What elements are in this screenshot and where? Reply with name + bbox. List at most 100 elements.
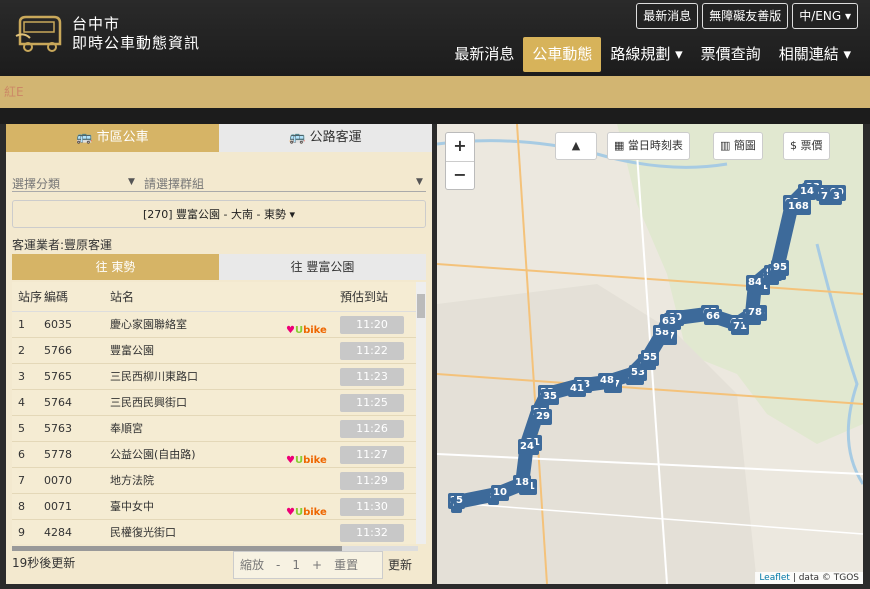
stop-code: 5765 — [44, 370, 72, 383]
stop-badge[interactable]: 48 — [598, 373, 616, 389]
zoom-plus-button[interactable]: + — [306, 552, 328, 578]
table-body: 1 6035 慶心家園聯絡室 ♥Ubike 11:20 2 5766 豐富公園 11:22 3 57… — [12, 312, 426, 544]
eta-badge: 11:20 — [340, 316, 404, 334]
bus-type-tabs: 🚌 市區公車 🚌 公路客運 — [6, 124, 432, 152]
stop-name[interactable]: 地方法院 — [110, 468, 280, 493]
route-map[interactable]: 2458101118192124272933353841454748505354… — [437, 124, 863, 584]
scroll-thumb[interactable] — [417, 294, 425, 318]
table-row[interactable]: 3 5765 三民西柳川東路口 11:23 — [12, 364, 426, 390]
stop-badge[interactable]: 24 — [518, 439, 536, 455]
eta-cell: 11:32 — [340, 520, 422, 544]
operator-text: 客運業者:豐原客運 — [12, 238, 113, 252]
table-row[interactable]: 9 4284 民權復光街口 11:32 — [12, 520, 426, 544]
map-layer-button[interactable]: ▲ — [555, 132, 597, 160]
eta-cell: 11:20 — [340, 312, 422, 337]
news-link[interactable]: 最新消息 — [636, 3, 699, 29]
stop-code: 5763 — [44, 422, 72, 435]
eta-badge: 11:27 — [340, 446, 404, 464]
simple-map-label: 簡圖 — [733, 139, 756, 152]
stop-name[interactable]: 公益公園(自由路) — [110, 442, 280, 467]
tab-highway-bus-label: 公路客運 — [309, 130, 362, 145]
group-select[interactable]: 請選擇群組 — [144, 175, 204, 192]
table-row[interactable]: 7 0070 地方法院 11:29 — [12, 468, 426, 494]
stop-badge[interactable]: 41 — [568, 381, 586, 397]
stop-seq: 8 — [18, 500, 25, 513]
table-row[interactable]: 4 5764 三民西民興街口 11:25 — [12, 390, 426, 416]
stop-badge[interactable]: 14 — [798, 184, 816, 200]
stop-badge[interactable]: 18 — [513, 475, 531, 491]
map-zoom-in-button[interactable]: + — [446, 133, 474, 161]
ubike-cell: ♥Ubike — [280, 494, 340, 519]
eta-badge: 11:30 — [340, 498, 404, 516]
ubike-cell — [280, 520, 340, 544]
stop-badge[interactable]: 55 — [641, 350, 659, 366]
route-select[interactable]: [270] 豐富公園 - 大南 - 東勢 ▾ — [12, 200, 426, 228]
map-zoom-out-button[interactable]: − — [446, 161, 474, 189]
tab-city-bus[interactable]: 🚌 市區公車 — [6, 124, 219, 152]
tab-highway-bus[interactable]: 🚌 公路客運 — [219, 124, 432, 152]
stop-seq: 2 — [18, 344, 25, 357]
stop-badge[interactable]: 66 — [704, 309, 722, 325]
reset-button[interactable]: 重置 — [328, 552, 364, 578]
bus-logo-icon[interactable] — [14, 14, 64, 54]
nav-news[interactable]: 最新消息 — [445, 37, 523, 72]
divider-band — [0, 108, 870, 124]
zoom-value: 1 — [292, 558, 300, 572]
nav-fare-query[interactable]: 票價查詢 — [692, 37, 770, 72]
stop-badge[interactable]: 95 — [771, 260, 789, 276]
eta-badge: 11:23 — [340, 368, 404, 386]
announcement-text[interactable]: 紅E — [4, 83, 24, 100]
category-select[interactable]: 選擇分類 — [12, 175, 60, 192]
site-title[interactable]: 台中市 即時公車動態資訊 — [72, 15, 200, 53]
table-scrollbar[interactable] — [416, 282, 426, 544]
stop-badge[interactable]: 78 — [746, 305, 764, 321]
chevron-down-icon: ▼ — [416, 177, 423, 187]
nav-route-planning[interactable]: 路線規劃 ▾ — [601, 37, 691, 72]
zoom-label: 縮放 — [240, 558, 265, 572]
table-row[interactable]: 8 0071 臺中女中 ♥Ubike 11:30 — [12, 494, 426, 520]
accessible-version-link[interactable]: 無障礙友善版 — [702, 3, 789, 29]
nav-related-links[interactable]: 相關連結 ▾ — [770, 37, 860, 72]
stop-badge[interactable]: 5 — [454, 493, 465, 509]
fare-button[interactable]: $ 票價 — [783, 132, 830, 160]
stop-badge[interactable]: 10 — [491, 485, 509, 501]
stop-code: 0070 — [44, 474, 72, 487]
col-ubike — [280, 282, 340, 311]
table-row[interactable]: 6 5778 公益公園(自由路) ♥Ubike 11:27 — [12, 442, 426, 468]
stop-badge[interactable]: 3 — [831, 189, 842, 205]
nav-bus-status[interactable]: 公車動態 — [523, 37, 602, 72]
simple-map-button[interactable]: ▥ 簡圖 — [713, 132, 763, 160]
direction-tabs: 往 東勢 往 豐富公園 — [12, 254, 426, 280]
zoom-minus-button[interactable]: - — [270, 552, 286, 578]
stop-seq: 5 — [18, 422, 25, 435]
stop-badge[interactable]: 63 — [660, 314, 678, 330]
stop-table: 站序 編碼 站名 預估到站 1 6035 慶心家園聯絡室 ♥Ubike 11:20 2 57… — [12, 282, 426, 544]
daily-timetable-button[interactable]: ▦ 當日時刻表 — [607, 132, 690, 160]
table-row[interactable]: 5 5763 奉順宮 11:26 — [12, 416, 426, 442]
stop-badge[interactable]: 35 — [541, 389, 559, 405]
stop-badge[interactable]: 168 — [786, 199, 811, 215]
leaflet-link[interactable]: Leaflet — [759, 573, 790, 583]
top-links: 最新消息 無障礙友善版 中/ENG ▾ — [636, 3, 858, 29]
refresh-button[interactable]: 更新 — [388, 556, 412, 573]
tab-direction-dongshi[interactable]: 往 東勢 — [12, 254, 219, 280]
stop-name[interactable]: 三民西民興街口 — [110, 390, 280, 415]
language-dropdown[interactable]: 中/ENG ▾ — [792, 3, 858, 29]
money-icon: $ — [790, 139, 797, 152]
map-attribution: Leaflet | data © TGOS — [755, 572, 863, 584]
ubike-cell — [280, 338, 340, 363]
ubike-cell: ♥Ubike — [280, 442, 340, 467]
stop-name[interactable]: 奉順宮 — [110, 416, 280, 441]
eta-badge: 11:32 — [340, 524, 404, 542]
stop-name[interactable]: 臺中女中 — [110, 494, 280, 519]
table-row[interactable]: 2 5766 豐富公園 11:22 — [12, 338, 426, 364]
calendar-icon: ▦ — [614, 139, 625, 152]
stop-name[interactable]: 豐富公園 — [110, 338, 280, 363]
tab-direction-fengfu[interactable]: 往 豐富公園 — [219, 254, 426, 280]
stop-name[interactable]: 三民西柳川東路口 — [110, 364, 280, 389]
stop-name[interactable]: 民權復光街口 — [110, 520, 280, 544]
table-row[interactable]: 1 6035 慶心家園聯絡室 ♥Ubike 11:20 — [12, 312, 426, 338]
stop-badge[interactable]: 29 — [534, 409, 552, 425]
col-code: 編碼 — [44, 290, 69, 304]
stop-name[interactable]: 慶心家園聯絡室 — [110, 312, 280, 337]
